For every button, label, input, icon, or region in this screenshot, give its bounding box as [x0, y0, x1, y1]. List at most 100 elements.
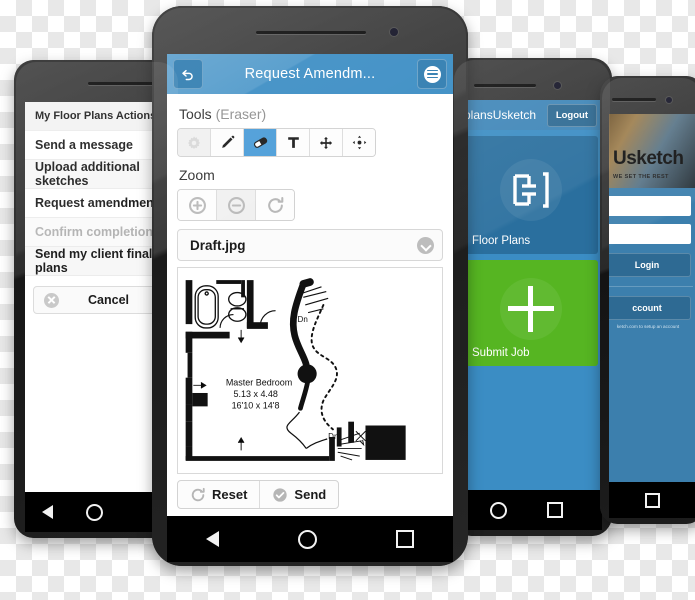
tools-section-label: Tools (Eraser)	[179, 106, 443, 122]
sheet-item-send-message[interactable]: Send a message	[25, 131, 169, 160]
tool-eraser-button[interactable]	[244, 129, 277, 156]
tile-submit-job-label: Submit Job	[472, 347, 530, 359]
room-dim-imperial: 16'10 x 14'8	[232, 400, 280, 410]
home-circle-icon[interactable]	[297, 529, 317, 549]
plus-circle-icon	[188, 196, 206, 214]
sheet-item-request-amendments[interactable]: Request amendments	[25, 189, 169, 218]
sheet-item-confirm-completion: Confirm completion	[25, 218, 169, 247]
floor-plans-actions-sheet: My Floor Plans Actions Send a message Up…	[25, 102, 169, 322]
reset-button[interactable]: Reset	[178, 481, 261, 508]
recents-square-icon[interactable]	[547, 502, 563, 518]
tool-resize-button[interactable]	[343, 129, 375, 156]
zoom-out-button[interactable]	[217, 190, 256, 220]
back-button[interactable]	[173, 59, 203, 89]
zoom-reset-button[interactable]	[256, 190, 294, 220]
android-navbar-left	[25, 492, 169, 532]
send-button-label: Send	[294, 487, 327, 502]
tile-floor-plans-label: Floor Plans	[472, 235, 531, 247]
phone-device-main: Request Amendm... Tools (Eraser) Zoom Dr…	[152, 6, 468, 566]
sheet-header: My Floor Plans Actions	[25, 102, 169, 131]
front-camera	[554, 82, 561, 89]
tool-pencil-button[interactable]	[211, 129, 244, 156]
tool-settings-button[interactable]	[178, 129, 211, 156]
phone-device-third: plansUsketch Logout Floor Plans Submit J…	[452, 58, 612, 536]
cancel-row: Cancel	[25, 276, 169, 322]
app-bar-main: Request Amendm...	[167, 54, 453, 94]
zoom-section-label: Zoom	[179, 167, 215, 183]
sheet-item-send-final-plans[interactable]: Send my client final plans	[25, 247, 169, 276]
tool-text-button[interactable]	[277, 129, 310, 156]
phone-screen-left: My Floor Plans Actions Send a message Up…	[25, 102, 169, 492]
earpiece-speaker	[88, 82, 158, 85]
home-circle-icon[interactable]	[490, 501, 507, 519]
recents-square-icon[interactable]	[395, 530, 414, 548]
close-circle-icon	[44, 292, 59, 308]
recents-square-icon[interactable]	[644, 492, 660, 508]
login-hero-banner: Usketch WE SET THE REST	[609, 114, 695, 188]
username-field[interactable]	[609, 196, 691, 216]
plus-icon	[500, 277, 562, 340]
undo-arrow-icon	[182, 69, 193, 81]
screenshot-stage: My Floor Plans Actions Send a message Up…	[0, 0, 695, 600]
reset-button-label: Reset	[212, 487, 248, 502]
stair-label-top: Dn	[298, 315, 308, 324]
resize-handles-icon	[352, 135, 366, 150]
brand-wordmark: Usketch	[613, 148, 684, 169]
refresh-circle-icon	[267, 196, 283, 213]
room-name-label: Master Bedroom	[226, 377, 292, 387]
menu-button[interactable]	[417, 59, 447, 89]
back-triangle-icon[interactable]	[206, 531, 220, 547]
hamburger-menu-icon	[423, 65, 441, 83]
gear-icon	[188, 135, 200, 149]
stair-label-bottom: Dn	[328, 432, 338, 441]
password-field[interactable]	[609, 224, 691, 244]
chevron-down-icon	[417, 236, 434, 254]
android-navbar-main	[167, 516, 453, 562]
cancel-button-label: Cancel	[88, 293, 129, 307]
earpiece-speaker	[612, 98, 656, 101]
text-t-icon	[287, 137, 299, 148]
divider	[609, 286, 693, 287]
phone-screen-third: plansUsketch Logout Floor Plans Submit J…	[462, 100, 602, 490]
active-tool-label: (Eraser)	[215, 106, 267, 122]
android-navbar-third	[462, 490, 602, 530]
page-title: Request Amendm...	[244, 66, 376, 82]
phone-screen-main: Request Amendm... Tools (Eraser) Zoom Dr…	[167, 54, 453, 516]
logout-button[interactable]: Logout	[546, 103, 597, 127]
check-circle-icon	[273, 487, 288, 502]
brand-tagline: WE SET THE REST	[613, 174, 669, 180]
room-dim-metric: 5.13 x 4.48	[233, 389, 277, 399]
earpiece-speaker	[474, 84, 536, 87]
editor-panel: Tools (Eraser) Zoom Draft.jpg Master Bed…	[167, 94, 453, 509]
tile-submit-job[interactable]: Submit Job	[464, 260, 598, 366]
app-bar-third: plansUsketch Logout	[462, 100, 602, 130]
pencil-icon	[221, 135, 234, 148]
move-arrows-icon	[319, 136, 333, 149]
file-selector[interactable]: Draft.jpg	[177, 229, 443, 261]
android-navbar-fourth	[609, 482, 695, 518]
earpiece-speaker	[256, 31, 366, 34]
back-triangle-icon[interactable]	[41, 505, 53, 519]
account-help-note: ketch.com to setup an account	[616, 324, 680, 329]
floorplan-icon	[500, 159, 562, 222]
tool-move-button[interactable]	[310, 129, 343, 156]
home-circle-icon[interactable]	[85, 503, 103, 521]
tile-floor-plans[interactable]: Floor Plans	[464, 136, 598, 254]
login-button[interactable]: Login	[609, 253, 691, 277]
sheet-item-upload-sketches[interactable]: Upload additional sketches	[25, 160, 169, 189]
eraser-icon	[253, 137, 267, 148]
phone-screen-fourth: Usketch WE SET THE REST Login ccount ket…	[609, 114, 695, 482]
send-button[interactable]: Send	[260, 481, 338, 508]
phone-device-fourth: Usketch WE SET THE REST Login ccount ket…	[600, 76, 695, 524]
front-camera	[666, 97, 672, 103]
marker-dot	[297, 364, 317, 384]
front-camera	[390, 28, 398, 36]
refresh-circle-icon	[191, 487, 205, 501]
floor-plan-drawing: Master Bedroom 5.13 x 4.48 16'10 x 14'8 …	[178, 272, 442, 469]
create-account-button[interactable]: ccount	[609, 296, 691, 320]
zoom-in-button[interactable]	[178, 190, 217, 220]
tools-button-group	[177, 128, 376, 157]
floor-plan-canvas[interactable]: Master Bedroom 5.13 x 4.48 16'10 x 14'8 …	[177, 267, 443, 474]
editor-footer-buttons: Reset Send	[177, 480, 340, 509]
cancel-button[interactable]: Cancel	[33, 286, 161, 314]
